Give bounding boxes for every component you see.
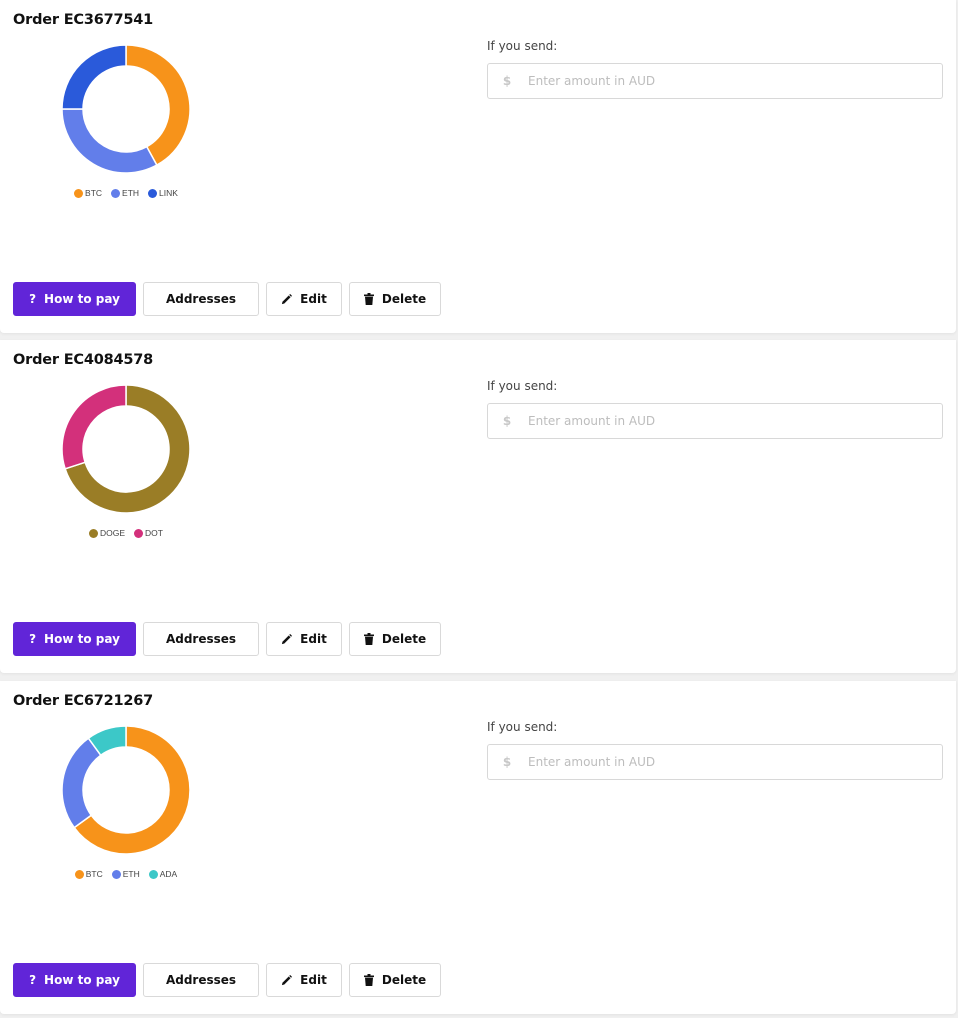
legend-label: ADA bbox=[159, 869, 178, 879]
donut-slice-eth bbox=[61, 737, 102, 829]
addresses-button[interactable]: Addresses bbox=[143, 963, 259, 997]
legend-swatch bbox=[111, 869, 121, 879]
allocation-donut-chart bbox=[61, 384, 191, 514]
question-mark-icon: ? bbox=[29, 292, 37, 306]
addresses-label: Addresses bbox=[165, 632, 237, 646]
legend-item-doge[interactable]: DOGE bbox=[89, 528, 125, 538]
order-card: Order EC3677541 BTC ETH LINK If you send: … bbox=[0, 0, 956, 333]
delete-label: Delete bbox=[381, 632, 427, 646]
legend-item-eth[interactable]: ETH bbox=[111, 188, 139, 198]
legend-swatch bbox=[148, 869, 158, 879]
dollar-icon: $ bbox=[502, 74, 512, 88]
legend-label: BTC bbox=[85, 188, 103, 198]
dollar-icon: $ bbox=[502, 755, 512, 769]
amount-input[interactable] bbox=[526, 754, 942, 770]
trash-icon bbox=[363, 974, 374, 986]
how-to-pay-button[interactable]: ? How to pay bbox=[13, 963, 136, 997]
legend-swatch bbox=[111, 188, 121, 198]
legend-label: BTC bbox=[85, 869, 103, 879]
addresses-button[interactable]: Addresses bbox=[143, 622, 259, 656]
question-mark-icon: ? bbox=[29, 973, 37, 987]
order-title: Order EC6721267 bbox=[13, 693, 154, 709]
how-to-pay-label: How to pay bbox=[44, 632, 120, 646]
delete-button[interactable]: Delete bbox=[349, 963, 441, 997]
pencil-icon bbox=[281, 633, 293, 645]
amount-input[interactable] bbox=[526, 413, 942, 429]
how-to-pay-label: How to pay bbox=[44, 292, 120, 306]
edit-label: Edit bbox=[300, 292, 327, 306]
donut-slice-btc bbox=[125, 44, 191, 167]
pencil-icon bbox=[281, 974, 293, 986]
legend-item-ada[interactable]: ADA bbox=[148, 869, 178, 879]
order-card: Order EC4084578 DOGE DOT If you send: $ ?… bbox=[0, 340, 956, 673]
allocation-donut-chart bbox=[61, 44, 191, 174]
order-title: Order EC3677541 bbox=[13, 12, 154, 28]
amount-field[interactable]: $ bbox=[487, 403, 943, 439]
addresses-button[interactable]: Addresses bbox=[143, 282, 259, 316]
delete-button[interactable]: Delete bbox=[349, 282, 441, 316]
how-to-pay-label: How to pay bbox=[44, 973, 120, 987]
legend-item-link[interactable]: LINK bbox=[148, 188, 178, 198]
action-buttons: ? How to pay Addresses Edit Delete bbox=[13, 622, 441, 656]
legend-label: ETH bbox=[122, 188, 140, 198]
allocation-donut-chart bbox=[61, 725, 191, 855]
delete-label: Delete bbox=[381, 973, 427, 987]
order-title: Order EC4084578 bbox=[13, 352, 154, 368]
delete-label: Delete bbox=[381, 292, 427, 306]
chart-legend: DOGE DOT bbox=[0, 528, 252, 538]
edit-label: Edit bbox=[300, 973, 327, 987]
donut-slice-eth bbox=[61, 108, 158, 174]
legend-item-dot[interactable]: DOT bbox=[134, 528, 163, 538]
chart-legend: BTC ETH LINK bbox=[0, 188, 252, 198]
legend-label: DOGE bbox=[100, 528, 126, 538]
donut-slice-link bbox=[61, 44, 127, 110]
legend-swatch bbox=[74, 188, 84, 198]
how-to-pay-button[interactable]: ? How to pay bbox=[13, 282, 136, 316]
question-mark-icon: ? bbox=[29, 632, 37, 646]
legend-swatch bbox=[148, 188, 158, 198]
legend-swatch bbox=[74, 869, 84, 879]
legend-item-btc[interactable]: BTC bbox=[74, 188, 102, 198]
send-label: If you send: bbox=[487, 379, 558, 393]
addresses-label: Addresses bbox=[165, 973, 237, 987]
edit-button[interactable]: Edit bbox=[266, 282, 342, 316]
legend-swatch bbox=[89, 528, 98, 538]
legend-label: DOT bbox=[145, 528, 163, 538]
edit-button[interactable]: Edit bbox=[266, 622, 342, 656]
addresses-label: Addresses bbox=[165, 292, 237, 306]
trash-icon bbox=[363, 633, 374, 645]
legend-swatch bbox=[134, 528, 144, 538]
edit-label: Edit bbox=[300, 632, 327, 646]
donut-slice-dot bbox=[61, 384, 127, 470]
send-label: If you send: bbox=[487, 720, 558, 734]
legend-label: ETH bbox=[122, 869, 140, 879]
pencil-icon bbox=[281, 293, 293, 305]
trash-icon bbox=[363, 293, 374, 305]
edit-button[interactable]: Edit bbox=[266, 963, 342, 997]
legend-item-eth[interactable]: ETH bbox=[111, 869, 140, 879]
action-buttons: ? How to pay Addresses Edit Delete bbox=[13, 282, 441, 316]
chart-legend: BTC ETH ADA bbox=[0, 869, 252, 879]
how-to-pay-button[interactable]: ? How to pay bbox=[13, 622, 136, 656]
amount-field[interactable]: $ bbox=[487, 63, 943, 99]
dollar-icon: $ bbox=[502, 414, 512, 428]
legend-item-btc[interactable]: BTC bbox=[74, 869, 103, 879]
order-card: Order EC6721267 BTC ETH ADA If you send: $… bbox=[0, 681, 956, 1014]
legend-label: LINK bbox=[159, 188, 178, 198]
delete-button[interactable]: Delete bbox=[349, 622, 441, 656]
amount-input[interactable] bbox=[526, 73, 942, 89]
send-label: If you send: bbox=[487, 39, 558, 53]
action-buttons: ? How to pay Addresses Edit Delete bbox=[13, 963, 441, 997]
amount-field[interactable]: $ bbox=[487, 744, 943, 780]
